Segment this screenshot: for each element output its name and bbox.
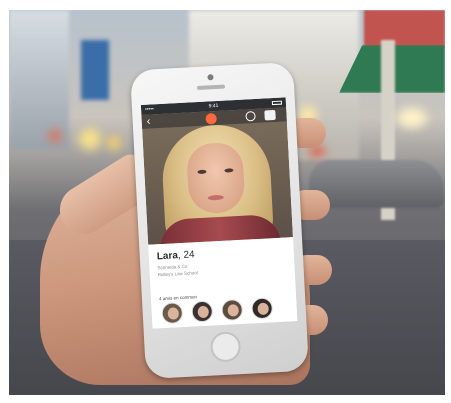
friend-avatar[interactable] bbox=[161, 302, 184, 325]
flame-icon[interactable] bbox=[205, 113, 217, 125]
building-left bbox=[9, 10, 69, 150]
bokeh-light bbox=[49, 130, 61, 142]
phone-screen: ••••• 9:41 ‹ Lara, 24 Schneida & Co Ridl… bbox=[140, 97, 298, 329]
profile-info: Lara, 24 Schneida & Co Ridley's Law Scho… bbox=[148, 237, 298, 329]
home-button[interactable] bbox=[209, 331, 242, 363]
bokeh-light bbox=[107, 136, 121, 150]
chevron-left-icon[interactable]: ‹ bbox=[146, 114, 150, 128]
card-icon[interactable] bbox=[264, 109, 276, 121]
front-camera bbox=[207, 74, 214, 81]
profile-photo[interactable] bbox=[141, 107, 293, 245]
bokeh-light bbox=[79, 128, 101, 150]
profile-age: 24 bbox=[183, 249, 195, 261]
mutual-friends-label: 4 amis en commun bbox=[158, 294, 198, 302]
friend-avatar[interactable] bbox=[221, 298, 244, 321]
storefront-sign bbox=[364, 10, 445, 48]
chat-icon[interactable] bbox=[245, 110, 256, 122]
battery-icon bbox=[271, 100, 283, 106]
friend-avatar[interactable] bbox=[251, 297, 274, 320]
smartphone: ••••• 9:41 ‹ Lara, 24 Schneida & Co Ridl… bbox=[130, 61, 309, 380]
earpiece-speaker bbox=[196, 84, 226, 90]
building-blue-sign bbox=[81, 40, 109, 100]
profile-detail-line: Schneida & Co bbox=[157, 263, 188, 271]
name-separator: , bbox=[177, 250, 181, 262]
profile-name-age: Lara, 24 bbox=[157, 249, 195, 262]
profile-detail-line: Ridley's Law School bbox=[157, 270, 198, 278]
face bbox=[185, 141, 246, 215]
mutual-friends-list bbox=[159, 296, 290, 325]
profile-name: Lara bbox=[156, 250, 179, 263]
bokeh-light bbox=[397, 108, 427, 128]
friend-avatar[interactable] bbox=[191, 300, 214, 323]
